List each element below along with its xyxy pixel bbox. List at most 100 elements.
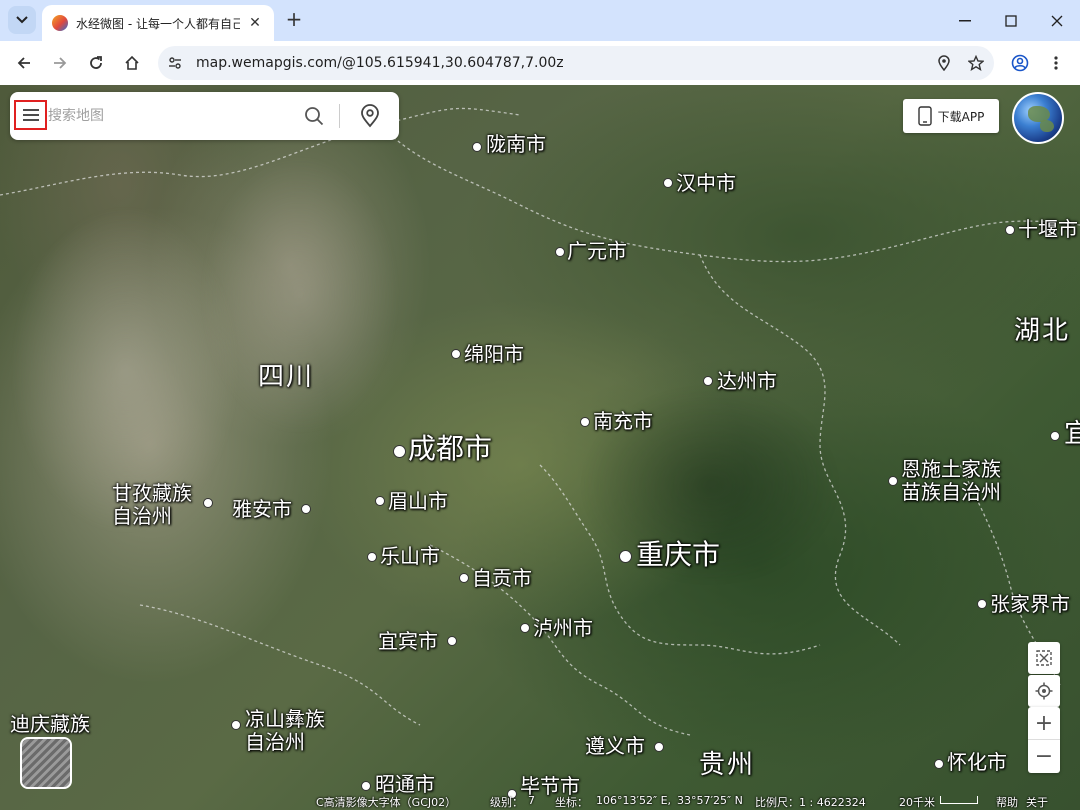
search-button[interactable]: [300, 102, 328, 130]
globe-view-button[interactable]: [1012, 92, 1064, 144]
minimize-button[interactable]: [942, 0, 988, 41]
search-input[interactable]: [48, 104, 288, 128]
tab-search-button[interactable]: [8, 6, 36, 34]
place-label: 恩施土家族 苗族自治州: [901, 457, 1001, 504]
location-permission-button[interactable]: [930, 49, 958, 77]
place-marker: [654, 742, 664, 752]
browser-menu-button[interactable]: [1042, 49, 1070, 77]
crosshair-icon: [1035, 682, 1053, 700]
place-label: 凉山彝族 自治州: [245, 707, 325, 754]
chevron-down-icon: [16, 16, 28, 24]
place-label: 四川: [258, 362, 315, 392]
place-marker: [367, 552, 377, 562]
scale-bar: [940, 796, 978, 804]
place-label: 甘孜藏族 自治州: [112, 481, 192, 528]
place-marker: [580, 417, 590, 427]
place-label: 湖北: [1014, 316, 1071, 346]
place-label: 张家界市: [990, 592, 1070, 616]
fullscreen-tool-button[interactable]: [1028, 642, 1060, 674]
profile-button[interactable]: [1006, 49, 1034, 77]
star-icon: [968, 55, 984, 71]
place-label: 雅安市: [232, 497, 292, 521]
layer-switch-button[interactable]: [20, 737, 72, 789]
reload-button[interactable]: [82, 49, 110, 77]
close-window-button[interactable]: [1034, 0, 1080, 41]
site-info-button[interactable]: [162, 50, 188, 76]
coordinate-label: 坐标：: [555, 796, 588, 809]
search-divider: [339, 104, 340, 128]
place-marker: [231, 720, 241, 730]
zoom-in-button[interactable]: +: [1028, 707, 1060, 740]
scale-bar-label: 20千米: [899, 796, 935, 809]
home-button[interactable]: [118, 49, 146, 77]
place-label: 贵州: [699, 750, 756, 780]
place-marker: [619, 550, 632, 563]
place-label: 达州市: [717, 369, 777, 393]
place-marker: [472, 142, 482, 152]
menu-button[interactable]: [14, 100, 47, 130]
place-marker: [977, 599, 987, 609]
place-marker: [203, 498, 213, 508]
minimize-icon: [959, 19, 971, 21]
place-label: 成都市: [408, 432, 493, 465]
url-text[interactable]: map.wemapgis.com/@105.615941,30.604787,7…: [196, 55, 930, 71]
maximize-button[interactable]: [988, 0, 1034, 41]
tune-icon: [169, 57, 181, 69]
address-bar[interactable]: map.wemapgis.com/@105.615941,30.604787,7…: [158, 46, 994, 80]
browser-toolbar: map.wemapgis.com/@105.615941,30.604787,7…: [0, 41, 1080, 85]
zoom-out-button[interactable]: −: [1028, 740, 1060, 773]
place-label: 遵义市: [585, 734, 645, 758]
search-icon: [305, 107, 324, 126]
place-marker: [361, 781, 371, 791]
place-label: 怀化市: [947, 750, 1007, 774]
place-label: 汉中市: [676, 171, 736, 195]
place-marker: [301, 504, 311, 514]
location-pin-icon: [361, 104, 379, 128]
tab-title: 水经微图 - 让每一个人都有自己: [76, 16, 240, 31]
place-marker: [1050, 431, 1060, 441]
place-label: 迪庆藏族: [10, 712, 90, 736]
place-marker: [451, 349, 461, 359]
arrow-left-icon: [17, 57, 30, 69]
home-icon: [125, 55, 139, 70]
map-source: C高清影像大字体（GCJ02）: [316, 796, 457, 809]
new-tab-button[interactable]: +: [282, 8, 306, 32]
download-app-button[interactable]: 下载APP: [903, 99, 999, 133]
download-app-label: 下载APP: [937, 109, 985, 124]
close-icon: [1051, 15, 1063, 26]
place-marker: [393, 445, 406, 458]
globe-land-icon: [1040, 120, 1054, 132]
place-marker: [703, 376, 713, 386]
place-marker: [663, 178, 673, 188]
bookmark-button[interactable]: [962, 49, 990, 77]
latitude-value: 33°57′25″ N: [677, 794, 743, 807]
zoom-level-value: 7: [528, 794, 535, 807]
place-label: 绵阳市: [464, 342, 524, 366]
place-label: 南充市: [593, 409, 653, 433]
place-label: 陇南市: [486, 132, 546, 156]
close-tab-icon[interactable]: ✕: [246, 15, 264, 31]
admin-boundaries: [0, 107, 1080, 736]
place-marker: [520, 623, 530, 633]
browser-tab-strip: 水经微图 - 让每一个人都有自己 ✕ +: [0, 0, 1080, 41]
browser-tab[interactable]: 水经微图 - 让每一个人都有自己 ✕: [42, 5, 274, 41]
forward-button[interactable]: [46, 49, 74, 77]
help-link[interactable]: 帮助: [996, 794, 1018, 810]
place-label: 重庆市: [636, 538, 721, 571]
locate-button[interactable]: [1028, 675, 1060, 707]
my-location-button[interactable]: [356, 102, 384, 130]
place-marker: [555, 247, 565, 257]
back-button[interactable]: [10, 49, 38, 77]
place-marker: [375, 496, 385, 506]
phone-icon: [917, 106, 932, 126]
place-label: 眉山市: [388, 489, 448, 513]
scale-ratio: 比例尺：1 : 4622324: [755, 796, 866, 809]
account-icon: [1011, 54, 1029, 72]
search-panel: [10, 92, 399, 140]
map-canvas[interactable]: 下载APP 陇南市汉中市十堰市广元市湖北绵阳市四川 达州市南充市 宜 成都市恩施土家族…: [0, 85, 1080, 810]
place-label: 广元市: [567, 239, 627, 263]
about-link[interactable]: 关于: [1026, 794, 1048, 810]
place-marker: [934, 759, 944, 769]
location-pin-icon: [938, 55, 950, 71]
place-label: 宜宾市: [378, 629, 438, 653]
